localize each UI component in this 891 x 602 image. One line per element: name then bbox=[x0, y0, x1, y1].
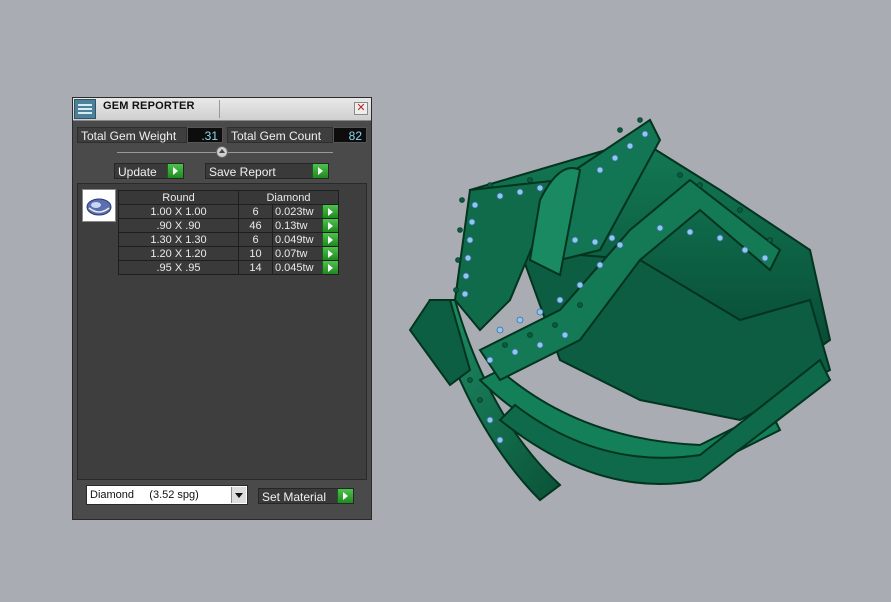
green-arrow-icon bbox=[167, 164, 183, 178]
green-arrow-icon bbox=[322, 205, 338, 218]
gem-weight: 0.13tw bbox=[272, 218, 323, 233]
gem-size: 1.00 X 1.00 bbox=[118, 204, 239, 219]
total-gem-weight-label: Total Gem Weight bbox=[77, 127, 187, 143]
total-gem-count-label: Total Gem Count bbox=[227, 127, 333, 143]
header-material: Diamond bbox=[238, 190, 339, 205]
title-divider bbox=[219, 100, 220, 118]
gem-count: 46 bbox=[238, 218, 273, 233]
gem-reporter-icon bbox=[74, 99, 96, 119]
header-shape: Round bbox=[118, 190, 239, 205]
chevron-down-icon[interactable] bbox=[231, 487, 246, 503]
gem-weight: 0.023tw bbox=[272, 204, 323, 219]
table-row: .95 X .95 14 0.045tw bbox=[118, 260, 339, 275]
table-row: 1.30 X 1.30 6 0.049tw bbox=[118, 232, 339, 247]
green-arrow-icon bbox=[322, 247, 338, 260]
gem-size: .90 X .90 bbox=[118, 218, 239, 233]
gem-count: 14 bbox=[238, 260, 273, 275]
gem-table: Round Diamond 1.00 X 1.00 6 0.023tw .90 … bbox=[118, 190, 339, 275]
update-button-label: Update bbox=[118, 165, 157, 179]
gem-count: 10 bbox=[238, 246, 273, 261]
table-row: 1.00 X 1.00 6 0.023tw bbox=[118, 204, 339, 219]
row-select-button[interactable] bbox=[322, 246, 339, 261]
round-gem-icon[interactable] bbox=[82, 189, 116, 222]
panel-titlebar[interactable]: GEM REPORTER ✕ bbox=[73, 98, 371, 121]
row-select-button[interactable] bbox=[322, 204, 339, 219]
material-select[interactable]: Diamond (3.52 spg) bbox=[86, 485, 248, 505]
row-select-button[interactable] bbox=[322, 260, 339, 275]
material-select-value: Diamond (3.52 spg) bbox=[90, 489, 199, 501]
gem-weight: 0.045tw bbox=[272, 260, 323, 275]
gem-size: 1.20 X 1.20 bbox=[118, 246, 239, 261]
table-row: .90 X .90 46 0.13tw bbox=[118, 218, 339, 233]
gem-size: .95 X .95 bbox=[118, 260, 239, 275]
total-gem-count-value: 82 bbox=[333, 127, 367, 143]
green-arrow-icon bbox=[322, 261, 338, 274]
panel-title: GEM REPORTER bbox=[103, 100, 195, 112]
gem-weight: 0.049tw bbox=[272, 232, 323, 247]
gem-count: 6 bbox=[238, 204, 273, 219]
close-icon[interactable]: ✕ bbox=[354, 102, 368, 115]
set-material-button[interactable]: Set Material bbox=[258, 488, 354, 504]
green-arrow-icon bbox=[337, 489, 353, 503]
gem-size: 1.30 X 1.30 bbox=[118, 232, 239, 247]
green-arrow-icon bbox=[322, 233, 338, 246]
total-gem-weight-value: .31 bbox=[187, 127, 223, 143]
update-button[interactable]: Update bbox=[114, 163, 184, 179]
green-arrow-icon bbox=[312, 164, 328, 178]
row-select-button[interactable] bbox=[322, 218, 339, 233]
gem-table-header: Round Diamond bbox=[118, 190, 339, 205]
gem-count: 6 bbox=[238, 232, 273, 247]
table-row: 1.20 X 1.20 10 0.07tw bbox=[118, 246, 339, 261]
slider-handle[interactable] bbox=[216, 146, 228, 158]
green-arrow-icon bbox=[322, 219, 338, 232]
gem-reporter-panel: GEM REPORTER ✕ Total Gem Weight .31 Tota… bbox=[72, 97, 372, 520]
save-report-button[interactable]: Save Report bbox=[205, 163, 329, 179]
gem-weight: 0.07tw bbox=[272, 246, 323, 261]
set-material-button-label: Set Material bbox=[262, 490, 327, 504]
row-select-button[interactable] bbox=[322, 232, 339, 247]
save-report-button-label: Save Report bbox=[209, 165, 276, 179]
